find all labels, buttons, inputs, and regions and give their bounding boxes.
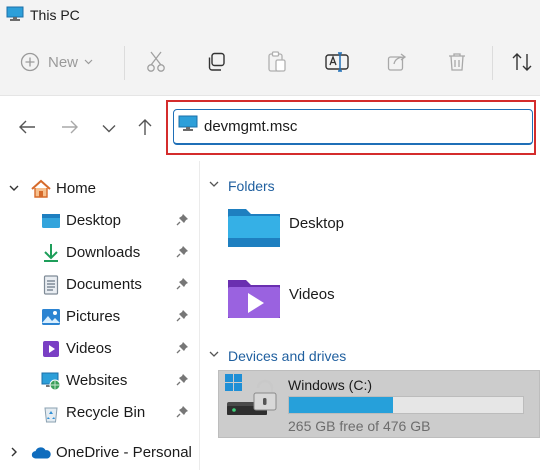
recycle-bin-icon bbox=[40, 402, 62, 424]
chevron-down-icon bbox=[84, 59, 93, 65]
back-button[interactable] bbox=[15, 117, 39, 141]
pin-icon[interactable] bbox=[176, 341, 189, 359]
computer-icon bbox=[178, 115, 198, 138]
drive-tile-c[interactable]: Windows (C:) 265 GB free of 476 GB bbox=[218, 370, 540, 438]
sidebar-item-downloads[interactable]: Downloads bbox=[0, 237, 200, 267]
share-button[interactable] bbox=[383, 44, 411, 80]
up-button[interactable] bbox=[133, 117, 157, 141]
new-button-label: New bbox=[48, 53, 79, 71]
cut-icon bbox=[146, 51, 166, 73]
desktop-folder-icon bbox=[226, 203, 282, 258]
chevron-down-icon bbox=[208, 177, 220, 195]
desktop-folder-icon bbox=[40, 210, 62, 232]
sidebar-item-documents[interactable]: Documents bbox=[0, 269, 200, 299]
folder-tile-videos[interactable]: Videos bbox=[222, 274, 522, 334]
window-title: This PC bbox=[30, 7, 80, 23]
pin-icon[interactable] bbox=[176, 245, 189, 263]
toolbar-divider bbox=[492, 46, 493, 80]
home-icon bbox=[30, 178, 52, 200]
pin-icon[interactable] bbox=[176, 373, 189, 391]
drive-name: Windows (C:) bbox=[288, 377, 373, 393]
chevron-down-icon bbox=[208, 347, 220, 365]
rename-icon bbox=[325, 52, 349, 72]
chevron-down-icon bbox=[102, 120, 116, 138]
drive-free-space: 265 GB free of 476 GB bbox=[288, 418, 431, 434]
sidebar-item-websites[interactable]: Websites bbox=[0, 365, 200, 395]
onedrive-cloud-icon bbox=[30, 442, 52, 464]
paste-icon bbox=[267, 51, 287, 73]
add-icon bbox=[20, 52, 40, 72]
sidebar-item-home[interactable]: Home bbox=[0, 173, 200, 203]
group-header-label: Folders bbox=[228, 178, 275, 194]
recent-locations-button[interactable] bbox=[97, 117, 121, 141]
pin-icon[interactable] bbox=[176, 309, 189, 327]
group-header-label: Devices and drives bbox=[228, 348, 347, 364]
toolbar-divider bbox=[124, 46, 125, 80]
pin-icon[interactable] bbox=[176, 277, 189, 295]
arrow-up-icon bbox=[137, 118, 153, 141]
document-icon bbox=[40, 274, 62, 296]
pin-icon[interactable] bbox=[176, 405, 189, 423]
computer-icon bbox=[6, 6, 24, 27]
websites-icon bbox=[40, 370, 62, 392]
videos-folder-icon bbox=[226, 274, 282, 329]
command-bar: New bbox=[0, 30, 540, 96]
sidebar-item-label: Desktop bbox=[66, 212, 122, 229]
locked-drive-icon bbox=[225, 374, 283, 437]
sidebar-item-onedrive[interactable]: OneDrive - Personal bbox=[0, 437, 200, 467]
folder-name: Desktop bbox=[289, 215, 345, 232]
sidebar-item-recycle-bin[interactable]: Recycle Bin bbox=[0, 397, 200, 427]
sidebar-item-desktop[interactable]: Desktop bbox=[0, 205, 200, 235]
address-input[interactable] bbox=[204, 118, 504, 135]
sidebar-item-label: Documents bbox=[66, 276, 142, 293]
sidebar-item-label: Websites bbox=[66, 372, 128, 389]
folder-tile-desktop[interactable]: Desktop bbox=[222, 203, 522, 263]
download-icon bbox=[40, 242, 62, 264]
sidebar-item-label: Pictures bbox=[66, 308, 121, 325]
drive-usage-bar bbox=[288, 396, 524, 414]
delete-button[interactable] bbox=[443, 44, 471, 80]
address-bar[interactable] bbox=[173, 109, 533, 145]
sort-icon bbox=[511, 52, 533, 72]
rename-button[interactable] bbox=[323, 44, 351, 80]
arrow-left-icon bbox=[18, 119, 36, 140]
sidebar-item-label: Home bbox=[56, 180, 97, 197]
pictures-icon bbox=[40, 306, 62, 328]
forward-button[interactable] bbox=[58, 117, 82, 141]
copy-button[interactable] bbox=[202, 44, 230, 80]
folders-group-header[interactable]: Folders bbox=[208, 177, 275, 195]
videos-icon bbox=[40, 338, 62, 360]
drives-group-header[interactable]: Devices and drives bbox=[208, 347, 346, 365]
content-pane: Folders Desktop Videos Devices and drive… bbox=[200, 161, 540, 470]
sort-button[interactable] bbox=[508, 44, 536, 80]
cut-button[interactable] bbox=[142, 44, 170, 80]
pin-icon[interactable] bbox=[176, 213, 189, 231]
share-icon bbox=[387, 52, 407, 72]
chevron-right-icon[interactable] bbox=[8, 445, 20, 463]
arrow-right-icon bbox=[61, 119, 79, 140]
paste-button[interactable] bbox=[263, 44, 291, 80]
folder-name: Videos bbox=[289, 286, 335, 303]
sidebar-item-label: Videos bbox=[66, 340, 112, 357]
new-button[interactable]: New bbox=[20, 44, 110, 80]
copy-icon bbox=[206, 52, 226, 72]
navigation-pane: Home Desktop Downloads Documents Picture… bbox=[0, 161, 200, 470]
sidebar-item-videos[interactable]: Videos bbox=[0, 333, 200, 363]
delete-icon bbox=[448, 52, 466, 72]
sidebar-item-label: Recycle Bin bbox=[66, 404, 146, 421]
drive-usage-fill bbox=[289, 397, 393, 413]
sidebar-item-label: OneDrive - Personal bbox=[56, 444, 192, 461]
title-bar: This PC bbox=[0, 0, 540, 30]
sidebar-item-pictures[interactable]: Pictures bbox=[0, 301, 200, 331]
chevron-down-icon[interactable] bbox=[8, 181, 20, 199]
navigation-row bbox=[0, 97, 540, 161]
sidebar-item-label: Downloads bbox=[66, 244, 141, 261]
